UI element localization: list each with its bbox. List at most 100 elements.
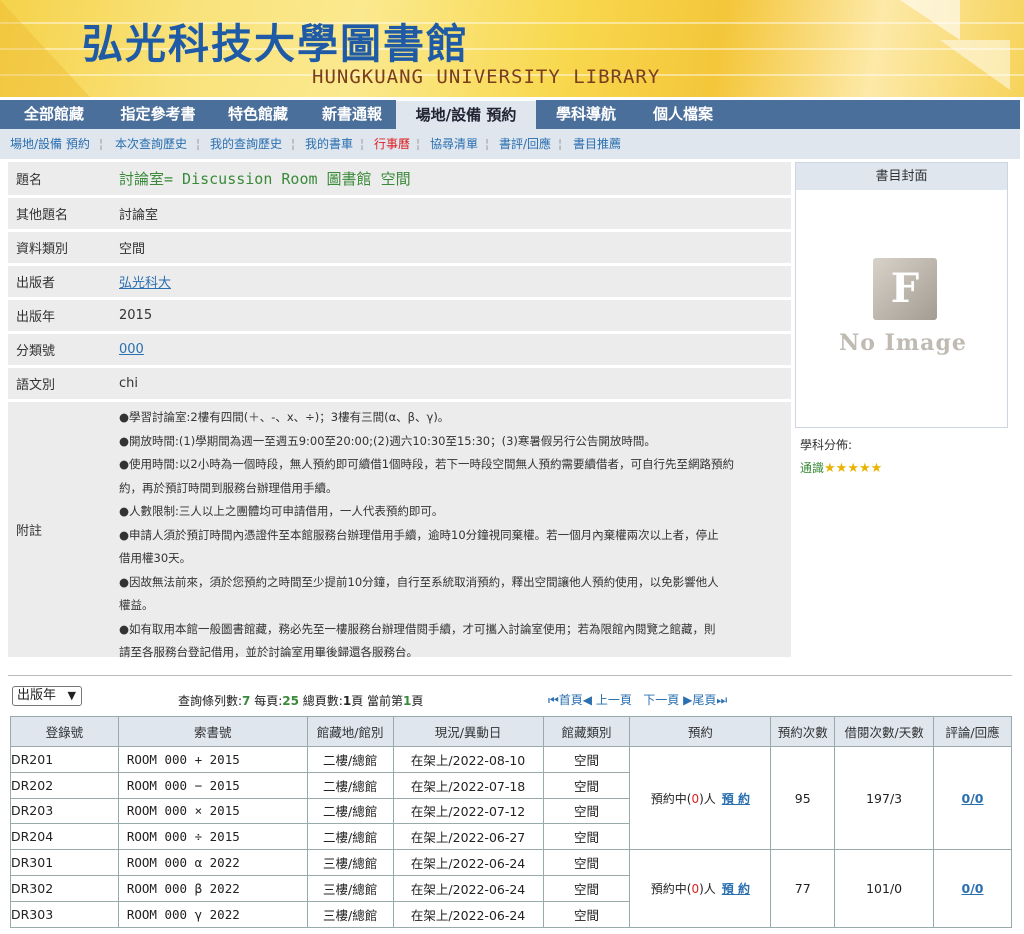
field-label: 出版年 — [16, 310, 56, 325]
reserve-cell: 預約中(0)人預 約 — [629, 745, 772, 851]
subnav-separator: ¦ — [360, 137, 365, 151]
reserve-status-suffix: )人 — [699, 791, 716, 806]
subnav-room-reservation[interactable]: 場地/設備 預約 — [10, 129, 90, 159]
tab-all-collections[interactable]: 全部館藏 — [0, 100, 108, 129]
sort-select-value: 出版年 — [17, 688, 57, 703]
col-reviews: 評論/回應 — [933, 716, 1012, 747]
reviews-link[interactable]: 0/0 — [962, 881, 984, 896]
reservation-count: 77 — [770, 849, 836, 928]
reserve-cell: 預約中(0)人預 約 — [629, 849, 772, 928]
col-status: 現況/異動日 — [392, 716, 544, 747]
call-number: ROOM 000 β 2022 — [117, 874, 308, 902]
tab-room-reservation[interactable]: 場地/設備 預約 — [396, 100, 536, 129]
file-icon: F — [873, 258, 937, 320]
location: 二樓/總館 — [306, 746, 394, 773]
notes-line: 約，再於預訂時間到服務台辦理借用手續。 — [119, 480, 338, 495]
status: 在架上/2022-07-18 — [392, 771, 544, 799]
pager: ⏮首頁◀ 上一頁 下一頁 ▶尾頁⏭ — [548, 691, 727, 708]
notes-line: ●因故無法前來，須於您預約之時間至少提前10分鐘，自行至系統取消預約，釋出空間讓… — [119, 574, 719, 589]
divider — [8, 675, 1012, 676]
tab-new-books[interactable]: 新書通報 — [308, 100, 396, 129]
cover-panel: 書目封面 F No Image — [795, 162, 1008, 428]
total-pages: 1 — [342, 694, 352, 708]
reserve-queue-count: 0 — [691, 791, 700, 806]
reserve-status-prefix: 預約中( — [650, 881, 692, 896]
field-label: 資料類別 — [16, 242, 69, 257]
subject-label: 學科分佈: — [800, 438, 853, 452]
subnav-recommend[interactable]: 書目推薦 — [573, 129, 621, 159]
notes-line: ●開放時間:(1)學期間為週一至週五9:00至20:00;(2)週六10:30至… — [119, 433, 656, 448]
tab-subject-guide[interactable]: 學科導航 — [536, 100, 636, 129]
subnav-reviews[interactable]: 書評/回應 — [499, 129, 551, 159]
col-accession: 登錄號 — [10, 716, 119, 747]
reviews-cell: 0/0 — [933, 849, 1012, 928]
notes-line: 借用權30天。 — [119, 551, 192, 565]
accession-number: DR302 — [10, 874, 119, 902]
pager-first-prev[interactable]: ⏮首頁◀ 上一頁 — [548, 693, 632, 707]
tab-special-collections[interactable]: 特色館藏 — [208, 100, 308, 129]
subnav-my-history[interactable]: 我的查詢歷史 — [210, 129, 282, 159]
notes-line: ●學習討論室:2樓有四間(＋、-、x、÷)；3樓有三間(α、β、γ)。 — [119, 410, 450, 424]
subnav-separator: ¦ — [99, 137, 104, 151]
query-count-label: 查詢條列數: — [178, 694, 243, 708]
field-label: 題名 — [16, 173, 43, 188]
item-type: 空間 — [542, 900, 631, 928]
item-type: 空間 — [542, 746, 631, 773]
notes-text: ●學習討論室:2樓有四間(＋、-、x、÷)；3樓有三間(α、β、γ)。 ●開放時… — [111, 402, 791, 659]
subject-rating: 通識★★★★★ — [800, 459, 882, 476]
sort-select[interactable]: 出版年 ▼ — [12, 686, 82, 706]
location: 三樓/總館 — [306, 874, 394, 902]
holdings-table: 登錄號 索書號 館藏地/館別 現況/異動日 館藏類別 預約 預約次數 借閱次數/… — [10, 716, 1012, 928]
call-number: ROOM 000 − 2015 — [117, 771, 308, 799]
subnav-calendar[interactable]: 行事曆 — [374, 129, 410, 159]
reserve-status-prefix: 預約中( — [650, 791, 692, 806]
subject-name: 通識 — [800, 461, 825, 475]
classification-link[interactable]: 000 — [119, 342, 144, 357]
status: 在架上/2022-06-24 — [392, 874, 544, 902]
per-page-label: 每頁: — [250, 694, 283, 708]
record-title: 討論室= Discussion Room 圖書館 空間 — [119, 170, 411, 188]
reviews-cell: 0/0 — [933, 745, 1012, 851]
main-nav: 全部館藏 指定參考書 特色館藏 新書通報 場地/設備 預約 學科導航 個人檔案 — [0, 100, 1020, 129]
accession-number: DR203 — [10, 797, 119, 825]
notes-line: ●如有取用本館一般圖書館藏，務必先至一樓服務台辦理借閱手續，才可攜入討論室使用；… — [119, 621, 716, 636]
call-number: ROOM 000 α 2022 — [117, 849, 308, 876]
field-label: 其他題名 — [16, 208, 69, 223]
call-number: ROOM 000 × 2015 — [117, 797, 308, 825]
pager-next-last[interactable]: 下一頁 ▶尾頁⏭ — [643, 693, 727, 707]
item-type: 空間 — [542, 874, 631, 902]
holdings-header-row: 登錄號 索書號 館藏地/館別 現況/異動日 館藏類別 預約 預約次數 借閱次數/… — [10, 716, 1012, 747]
pages-label: 總頁數: — [298, 694, 343, 708]
subnav-session-history[interactable]: 本次查詢歷史 — [115, 129, 187, 159]
location: 二樓/總館 — [306, 797, 394, 825]
field-label: 出版者 — [16, 276, 56, 291]
tab-personal-profile[interactable]: 個人檔案 — [636, 100, 730, 129]
subnav-separator: ¦ — [485, 137, 490, 151]
field-value: 弘光科大 — [111, 266, 791, 297]
cover-header: 書目封面 — [796, 163, 1007, 190]
reserve-link[interactable]: 預 約 — [722, 792, 750, 806]
col-location: 館藏地/館別 — [306, 716, 394, 747]
subnav-search-list[interactable]: 協尋清單 — [430, 129, 478, 159]
field-label: 分類號 — [16, 344, 56, 359]
subnav-my-cart[interactable]: 我的書車 — [305, 129, 353, 159]
field-value: 2015 — [119, 308, 153, 323]
field-value: 討論室 — [119, 208, 159, 223]
field-value: chi — [119, 376, 138, 391]
reserve-link[interactable]: 預 約 — [722, 882, 750, 896]
star-rating-icon: ★★★★★ — [824, 461, 883, 476]
loan-count: 197/3 — [834, 745, 935, 851]
location: 二樓/總館 — [306, 771, 394, 799]
col-reserve-count: 預約次數 — [770, 716, 836, 747]
subnav-separator: ¦ — [558, 137, 563, 151]
reviews-link[interactable]: 0/0 — [962, 791, 984, 806]
location: 三樓/總館 — [306, 849, 394, 876]
item-type: 空間 — [542, 771, 631, 799]
tab-reserve-books[interactable]: 指定參考書 — [108, 100, 208, 129]
field-value: 討論室= Discussion Room 圖書館 空間 — [111, 162, 791, 195]
col-reserve: 預約 — [629, 716, 772, 747]
publisher-link[interactable]: 弘光科大 — [119, 272, 171, 291]
subnav-separator: ¦ — [291, 137, 296, 151]
accession-number: DR202 — [10, 771, 119, 799]
field-language: 語文別 chi — [8, 368, 791, 399]
